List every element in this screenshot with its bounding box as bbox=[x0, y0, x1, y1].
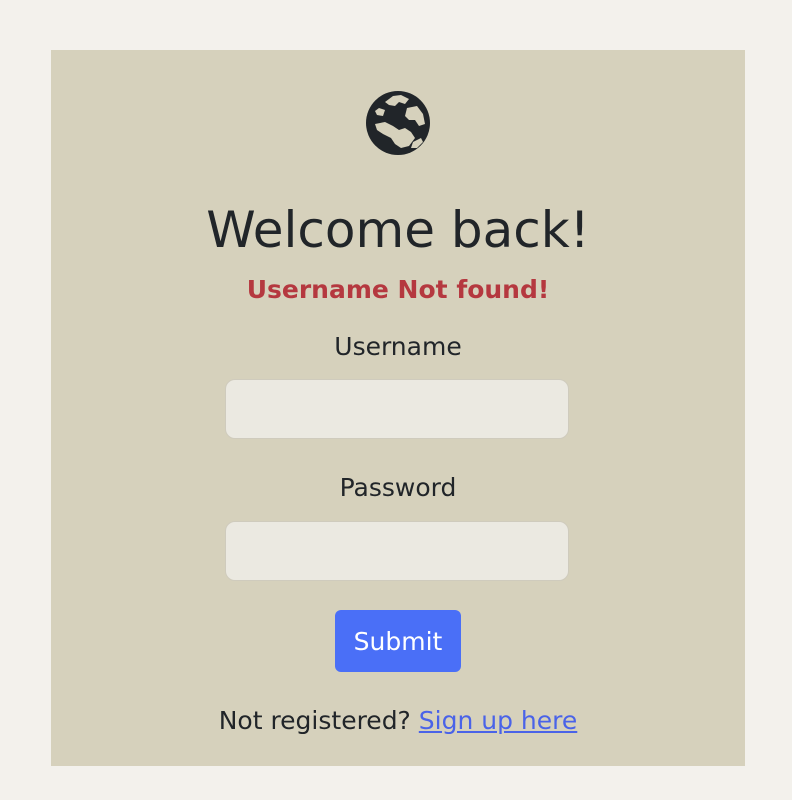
error-message: Username Not found! bbox=[246, 275, 550, 304]
submit-button[interactable]: Submit bbox=[335, 610, 461, 672]
login-card: Welcome back! Username Not found! Userna… bbox=[51, 50, 745, 766]
signup-prompt: Not registered? Sign up here bbox=[51, 704, 745, 738]
signup-prompt-text: Not registered? bbox=[218, 706, 411, 735]
signup-link[interactable]: Sign up here bbox=[419, 706, 577, 735]
password-input[interactable] bbox=[225, 521, 569, 581]
password-label: Password bbox=[339, 473, 457, 502]
username-label: Username bbox=[334, 332, 462, 361]
globe-europe-africa-icon bbox=[366, 91, 430, 155]
page-title: Welcome back! bbox=[206, 201, 590, 259]
username-input[interactable] bbox=[225, 379, 569, 439]
